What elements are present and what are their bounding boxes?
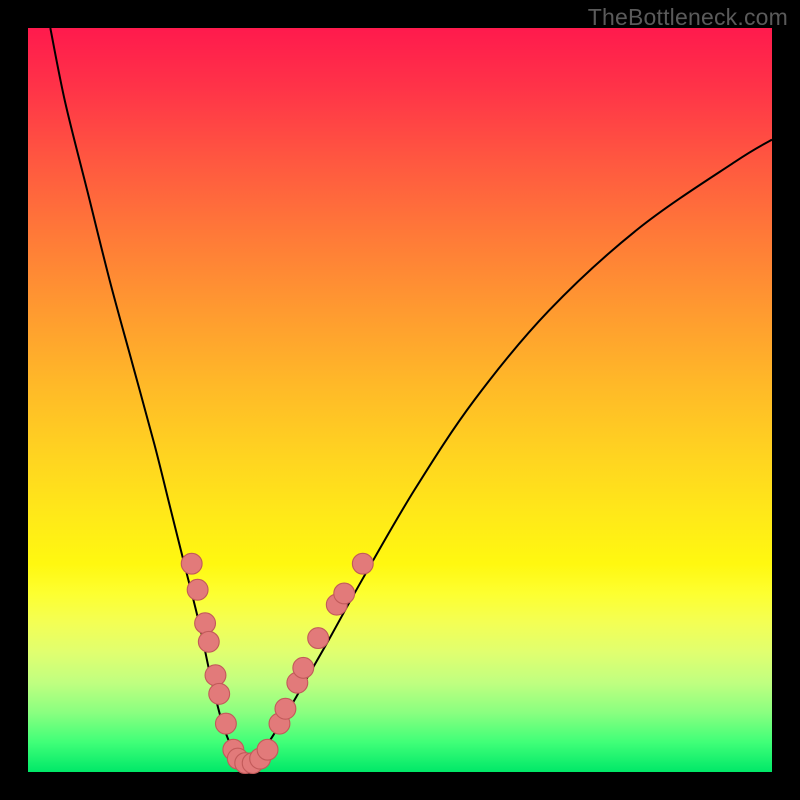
- watermark-text: TheBottleneck.com: [588, 4, 788, 31]
- highlight-dot: [275, 698, 296, 719]
- curve-layer: [50, 28, 772, 770]
- highlight-dot: [205, 665, 226, 686]
- chart-svg: [28, 28, 772, 772]
- highlight-dot: [215, 713, 236, 734]
- highlight-dot: [352, 553, 373, 574]
- highlight-dot: [198, 631, 219, 652]
- highlight-dot: [195, 613, 216, 634]
- highlight-dot: [308, 628, 329, 649]
- dots-layer: [181, 553, 373, 773]
- highlight-dot: [187, 579, 208, 600]
- highlight-dot: [209, 683, 230, 704]
- highlight-dot: [334, 583, 355, 604]
- highlight-dot: [181, 553, 202, 574]
- highlight-dot: [257, 739, 278, 760]
- bottleneck-curve-path: [50, 28, 772, 770]
- outer-frame: TheBottleneck.com: [0, 0, 800, 800]
- highlight-dot: [293, 657, 314, 678]
- plot-area: [28, 28, 772, 772]
